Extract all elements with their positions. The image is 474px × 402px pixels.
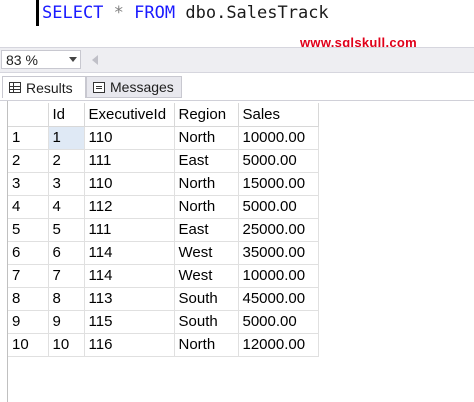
row-number-cell[interactable]: 8 [8, 287, 49, 311]
row-number-cell[interactable]: 9 [8, 310, 49, 334]
cell-executiveid[interactable]: 111 [84, 218, 175, 242]
column-header-region[interactable]: Region [174, 103, 239, 127]
zoom-dropdown[interactable]: 83 % [1, 50, 81, 69]
zoom-bar: 83 % [0, 47, 474, 73]
cell-id[interactable]: 5 [48, 218, 85, 242]
column-header-executiveid[interactable]: ExecutiveId [84, 103, 175, 127]
cell-region[interactable]: North [174, 195, 239, 219]
cell-region[interactable]: North [174, 126, 239, 150]
editor-gutter [0, 0, 34, 45]
messages-icon [93, 81, 105, 93]
query-editor[interactable]: SELECT * FROM dbo.SalesTrack www.sqlskul… [0, 0, 474, 50]
table-row[interactable]: 10 10 116 North 12000.00 [8, 333, 319, 357]
grid-icon [9, 82, 21, 93]
table-row[interactable]: 4 4 112 North 5000.00 [8, 195, 319, 219]
cell-sales[interactable]: 15000.00 [238, 172, 319, 196]
table-row[interactable]: 5 5 111 East 25000.00 [8, 218, 319, 242]
cell-id[interactable]: 6 [48, 241, 85, 265]
column-header-sales[interactable]: Sales [238, 103, 319, 127]
header-row: Id ExecutiveId Region Sales [8, 103, 319, 127]
table-row[interactable]: 9 9 115 South 5000.00 [8, 310, 319, 334]
table-row[interactable]: 1 1 110 North 10000.00 [8, 125, 319, 150]
cell-region[interactable]: West [174, 264, 239, 288]
cell-executiveid[interactable]: 116 [84, 333, 175, 357]
cell-id[interactable]: 7 [48, 264, 85, 288]
results-grid[interactable]: Id ExecutiveId Region Sales 1 1 110 North 10… [0, 101, 474, 402]
tab-results[interactable]: Results [2, 76, 86, 98]
row-number-cell[interactable]: 5 [8, 218, 49, 242]
keyword-from: FROM [134, 3, 176, 23]
cell-region[interactable]: East [174, 149, 239, 173]
cell-region[interactable]: East [174, 218, 239, 242]
row-number-cell[interactable]: 10 [8, 333, 49, 357]
cell-id[interactable]: 2 [48, 149, 85, 173]
cell-region[interactable]: North [174, 333, 239, 357]
cell-sales[interactable]: 35000.00 [238, 241, 319, 265]
row-number-cell[interactable]: 4 [8, 195, 49, 219]
column-header-id[interactable]: Id [48, 103, 85, 127]
cell-region[interactable]: North [174, 172, 239, 196]
results-body: 1 1 110 North 10000.00 2 2 111 East 5000.00 3 3 110 N… [8, 125, 319, 357]
row-number-cell[interactable]: 2 [8, 149, 49, 173]
cell-executiveid[interactable]: 115 [84, 310, 175, 334]
table-row[interactable]: 6 6 114 West 35000.00 [8, 241, 319, 265]
cell-sales[interactable]: 25000.00 [238, 218, 319, 242]
zoom-value: 83 % [6, 52, 38, 68]
editor-change-marker [36, 0, 39, 26]
cell-id[interactable]: 1 [47, 125, 85, 150]
query-text[interactable]: SELECT * FROM dbo.SalesTrack [42, 2, 329, 24]
results-table: Id ExecutiveId Region Sales 1 1 110 North 10… [8, 103, 319, 357]
cell-sales[interactable]: 5000.00 [238, 195, 319, 219]
cell-region[interactable]: West [174, 241, 239, 265]
table-row[interactable]: 8 8 113 South 45000.00 [8, 287, 319, 311]
cell-executiveid[interactable]: 110 [84, 172, 175, 196]
cell-executiveid[interactable]: 114 [84, 264, 175, 288]
tab-results-label: Results [26, 79, 73, 96]
row-number-header[interactable] [8, 103, 49, 127]
cell-id[interactable]: 9 [48, 310, 85, 334]
tab-messages-label: Messages [110, 79, 174, 95]
cell-id[interactable]: 3 [48, 172, 85, 196]
cell-id[interactable]: 8 [48, 287, 85, 311]
cell-executiveid[interactable]: 111 [84, 149, 175, 173]
keyword-select: SELECT [42, 3, 104, 23]
scroll-left-arrow-icon[interactable] [92, 55, 98, 65]
cell-executiveid[interactable]: 112 [84, 195, 175, 219]
cell-region[interactable]: South [174, 310, 239, 334]
table-name: dbo.SalesTrack [185, 3, 329, 23]
cell-sales[interactable]: 10000.00 [238, 264, 319, 288]
row-number-cell[interactable]: 7 [8, 264, 49, 288]
cell-sales[interactable]: 45000.00 [238, 287, 319, 311]
star-operator: * [113, 3, 124, 23]
row-number-cell[interactable]: 1 [8, 126, 49, 150]
row-number-cell[interactable]: 3 [8, 172, 49, 196]
cell-executiveid[interactable]: 110 [84, 126, 175, 150]
cell-id[interactable]: 10 [48, 333, 85, 357]
table-row[interactable]: 2 2 111 East 5000.00 [8, 149, 319, 173]
cell-sales[interactable]: 12000.00 [238, 333, 319, 357]
chevron-down-icon[interactable] [69, 57, 77, 62]
row-number-cell[interactable]: 6 [8, 241, 49, 265]
cell-sales[interactable]: 10000.00 [238, 126, 319, 150]
cell-sales[interactable]: 5000.00 [238, 310, 319, 334]
tab-messages[interactable]: Messages [86, 76, 182, 98]
cell-region[interactable]: South [174, 287, 239, 311]
cell-executiveid[interactable]: 113 [84, 287, 175, 311]
cell-executiveid[interactable]: 114 [84, 241, 175, 265]
table-row[interactable]: 3 3 110 North 15000.00 [8, 172, 319, 196]
cell-sales[interactable]: 5000.00 [238, 149, 319, 173]
table-row[interactable]: 7 7 114 West 10000.00 [8, 264, 319, 288]
cell-id[interactable]: 4 [48, 195, 85, 219]
results-tab-strip: Results Messages [0, 74, 474, 101]
